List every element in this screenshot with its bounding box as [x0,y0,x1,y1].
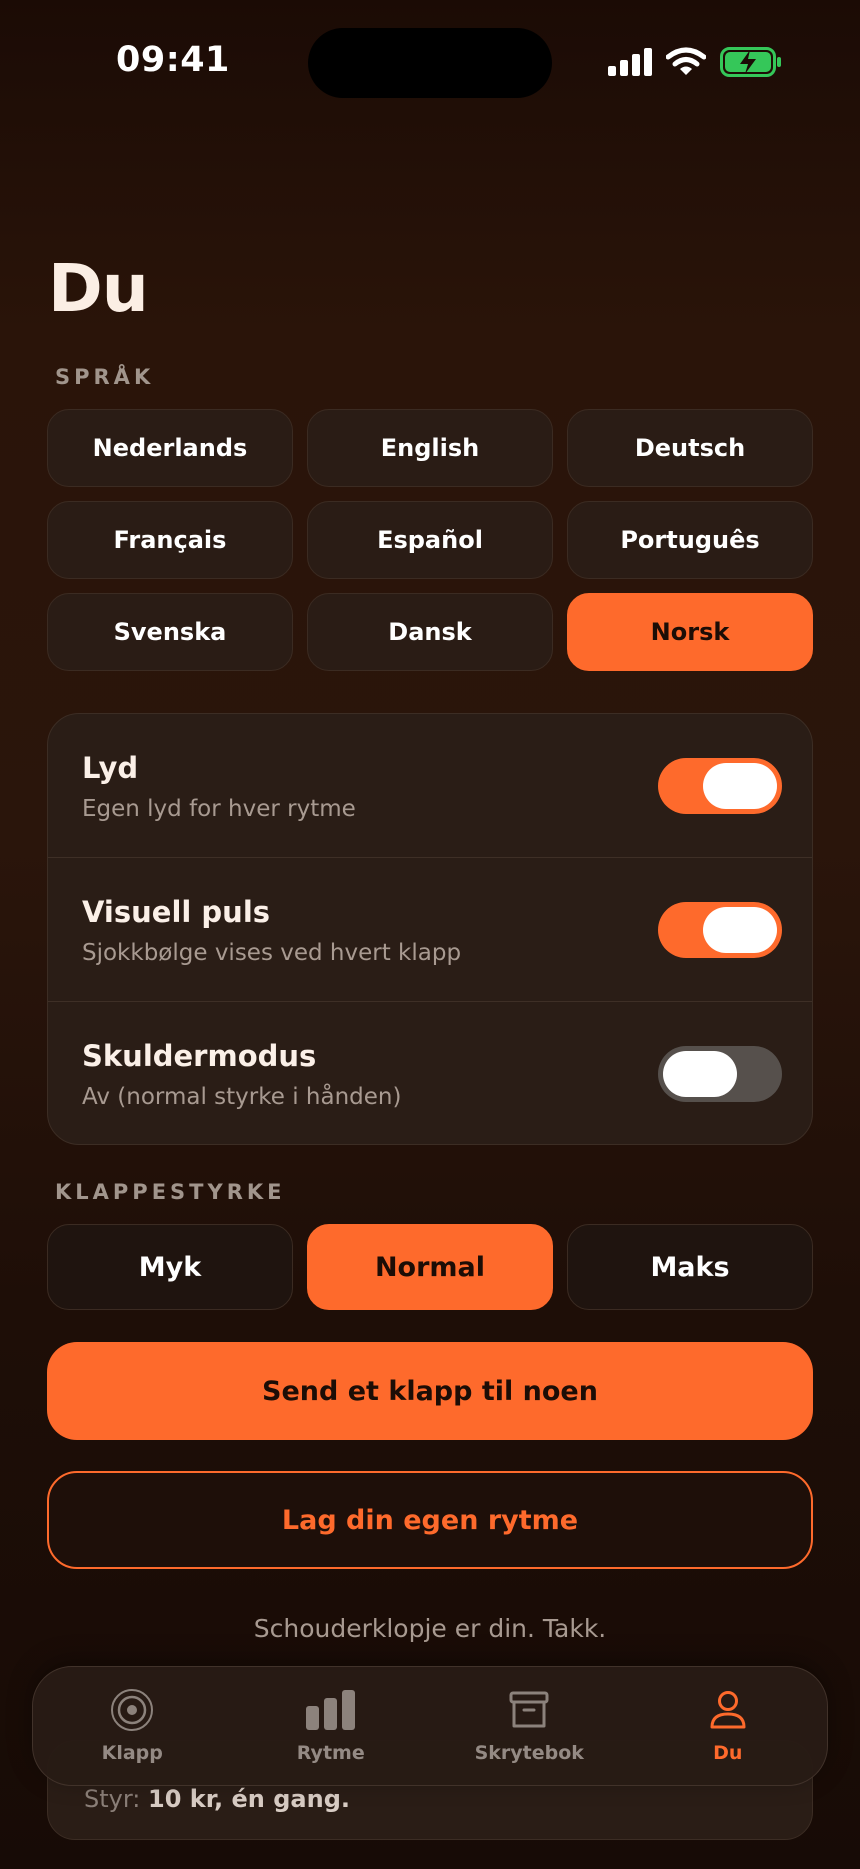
sound-toggle[interactable] [658,758,782,814]
language-option-nederlands[interactable]: Nederlands [47,409,293,487]
setting-title: Skuldermodus [82,1039,317,1073]
language-option-espanol[interactable]: Español [307,501,553,579]
donation-text: Styr: 10 kr, én gang. [84,1785,350,1813]
language-section-label: SPRÅK [55,365,155,389]
cellular-signal-icon [608,48,652,76]
language-option-portugues[interactable]: Português [567,501,813,579]
tab-label: Du [713,1742,743,1764]
tab-label: Klapp [101,1742,163,1764]
tab-label: Skrytebok [474,1742,584,1764]
language-grid: Nederlands English Deutsch Français Espa… [47,409,813,671]
send-clap-button[interactable]: Send et klapp til noen [47,1342,813,1440]
setting-title: Lyd [82,751,139,785]
wifi-icon [666,47,706,75]
tab-label: Rytme [296,1742,365,1764]
thanks-text: Schouderklopje er din. Takk. [253,1614,607,1643]
tab-bar: Klapp Rytme Skrytebok Du [32,1666,828,1786]
strength-option-soft[interactable]: Myk [47,1224,293,1310]
strength-grid: Myk Normal Maks [47,1224,813,1310]
page-title: Du [48,250,149,327]
toggle-knob [703,907,777,953]
language-option-deutsch[interactable]: Deutsch [567,409,813,487]
create-rhythm-button[interactable]: Lag din egen rytme [47,1471,813,1569]
archive-box-icon [509,1691,549,1728]
toggle-knob [703,763,777,809]
settings-card: Lyd Egen lyd for hver rytme Visuell puls… [47,713,813,1145]
language-option-svenska[interactable]: Svenska [47,593,293,671]
visual-pulse-toggle[interactable] [658,902,782,958]
setting-row-shoulder-mode: Skuldermodus Av (normal styrke i hånden) [48,1002,812,1144]
target-icon [111,1689,154,1731]
setting-title: Visuell puls [82,895,271,929]
bars-icon [305,1690,355,1730]
strength-section-label: KLAPPESTYRKE [55,1180,286,1204]
language-option-francais[interactable]: Français [47,501,293,579]
tab-skrytebok[interactable]: Skrytebok [439,1688,619,1764]
tab-klapp[interactable]: Klapp [42,1688,222,1764]
shoulder-mode-toggle[interactable] [658,1046,782,1102]
donation-prefix: Styr: [84,1785,141,1813]
language-option-norsk[interactable]: Norsk [567,593,813,671]
toggle-knob [663,1051,737,1097]
strength-option-max[interactable]: Maks [567,1224,813,1310]
language-option-dansk[interactable]: Dansk [307,593,553,671]
tab-du[interactable]: Du [638,1688,818,1764]
strength-option-normal[interactable]: Normal [307,1224,553,1310]
setting-subtitle: Egen lyd for hver rytme [82,796,356,822]
setting-subtitle: Av (normal styrke i hånden) [82,1084,402,1110]
setting-row-sound: Lyd Egen lyd for hver rytme [48,714,812,858]
status-time: 09:41 [116,40,230,80]
dynamic-island [308,28,552,98]
setting-row-visual-pulse: Visuell puls Sjokkbølge vises ved hvert … [48,858,812,1002]
tab-rytme[interactable]: Rytme [241,1688,421,1764]
battery-charging-icon [720,47,781,77]
person-icon [710,1691,746,1729]
language-option-english[interactable]: English [307,409,553,487]
status-icons [608,44,782,80]
donation-value: 10 kr, én gang. [148,1785,351,1813]
setting-subtitle: Sjokkbølge vises ved hvert klapp [82,940,462,966]
